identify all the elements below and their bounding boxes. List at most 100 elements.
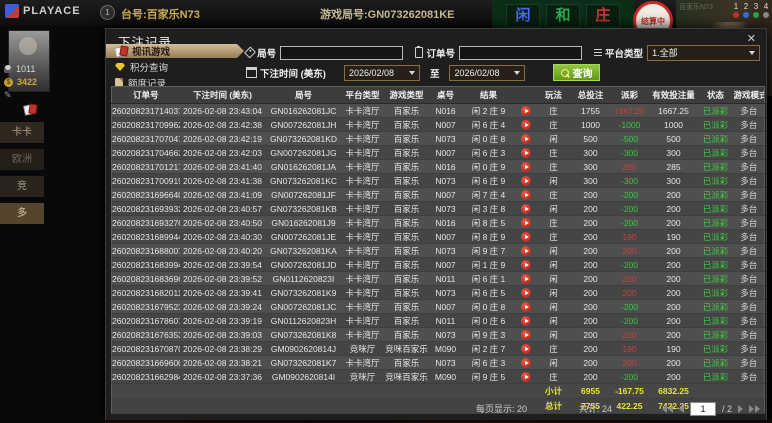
column-header	[515, 86, 536, 104]
cell-valid-bet: 285	[649, 159, 698, 174]
modal-sidebar-item[interactable]: 视讯游戏	[106, 44, 244, 58]
replay-icon[interactable]	[520, 105, 531, 116]
cell-bet-time: 2026-02-08 23:42:03	[179, 145, 266, 160]
replay-icon[interactable]	[520, 147, 531, 158]
cell-order-no: 260208231679523	[111, 299, 180, 314]
bet-spot[interactable]: 闲	[506, 4, 540, 28]
cell-play-type: 庄	[535, 229, 572, 244]
sidebar-item-欧洲[interactable]: 欧洲	[0, 149, 44, 170]
replay-icon[interactable]	[520, 343, 531, 354]
cell-play-type: 庄	[535, 117, 572, 132]
bet-records-modal: 下注记录 ✕ 视讯游戏 积分查询 额度记录 局号 订单号 平台类型 1.全部 下…	[105, 28, 767, 420]
cell-game-type: 百家乐	[383, 355, 430, 370]
cell-table-no: N073	[429, 173, 462, 188]
date-to-label: 至	[429, 68, 440, 80]
round-filter-label: 局号	[257, 48, 277, 60]
cell-valid-bet: 1000	[649, 117, 698, 132]
user-id-row: 1011	[4, 64, 35, 74]
cell-order-no: 260208231683994	[111, 257, 180, 272]
edit-icon[interactable]: ✎	[4, 90, 12, 101]
chevron-down-icon	[514, 70, 521, 75]
replay-icon[interactable]	[520, 161, 531, 172]
replay-icon[interactable]	[520, 175, 531, 186]
query-button[interactable]: 查询	[553, 64, 601, 81]
cell-bet-time: 2026-02-08 23:39:03	[179, 327, 266, 342]
cell-bet-time: 2026-02-08 23:39:54	[179, 257, 266, 272]
cell-payout: 200	[609, 327, 650, 342]
cell-play-type: 庄	[535, 145, 572, 160]
cell-round-no: GN073262081KC	[265, 173, 342, 188]
cell-payout: 200	[609, 355, 650, 370]
cell-platform: 卡卡湾厅	[341, 159, 384, 174]
cell-table-no: N016	[429, 103, 462, 118]
cell-status: 已派彩	[697, 131, 734, 146]
cell-result: 闲 3 庄 8	[461, 201, 516, 216]
cell-result: 闲 6 庄 4	[461, 117, 516, 132]
sidebar-item-卡卡[interactable]: 卡卡	[0, 122, 44, 143]
date-from-value: 2026/02/08	[348, 67, 395, 78]
table-row: 260208231669600 2026-02-08 23:38:21 GN0732…	[111, 355, 765, 370]
cell-total-bet: 300	[571, 173, 610, 188]
cell-round-no: GN073262081K9	[265, 285, 342, 300]
replay-icon[interactable]	[520, 133, 531, 144]
table-row: 260208231693932 2026-02-08 23:40:57 GN0732…	[111, 201, 765, 216]
sidebar-item-多[interactable]: 多	[0, 203, 44, 224]
cell-order-no: 260208231704663	[111, 145, 180, 160]
cell-game-type: 百家乐	[383, 117, 430, 132]
cell-game-mode: 多台	[733, 355, 765, 370]
replay-icon[interactable]	[520, 315, 531, 326]
last-page-button[interactable]	[749, 404, 760, 413]
next-page-button[interactable]	[738, 404, 743, 413]
cell-platform: 卡卡湾厅	[341, 355, 384, 370]
cell-game-mode: 多台	[733, 341, 765, 356]
cell-total-bet: 300	[571, 159, 610, 174]
replay-icon[interactable]	[520, 371, 531, 382]
replay-icon[interactable]	[520, 231, 531, 242]
cell-order-no: 260208231689944	[111, 229, 180, 244]
cell-valid-bet: 300	[649, 145, 698, 160]
round-tag-icon	[244, 46, 257, 59]
cell-payout: -200	[609, 313, 650, 328]
modal-sidebar-item[interactable]: 积分查询	[106, 60, 244, 74]
column-header: 游戏类型	[383, 86, 430, 104]
replay-icon[interactable]	[520, 119, 531, 130]
order-input[interactable]	[458, 45, 582, 60]
replay-icon[interactable]	[520, 259, 531, 270]
cell-total-bet: 200	[571, 257, 610, 272]
cell-replay	[515, 341, 536, 356]
prev-page-button[interactable]	[678, 404, 684, 413]
replay-icon[interactable]	[520, 301, 531, 312]
replay-icon[interactable]	[520, 203, 531, 214]
cell-round-no: GN0112620823I	[265, 271, 342, 286]
round-input[interactable]	[280, 45, 404, 60]
cell-round-no: GN007262081JF	[265, 187, 342, 202]
replay-icon[interactable]	[520, 189, 531, 200]
seat-number: 1	[733, 2, 739, 18]
sidebar-item-竞[interactable]: 竞	[0, 176, 44, 197]
seat-number: 4	[763, 2, 769, 18]
cell-total-bet: 300	[571, 145, 610, 160]
replay-icon[interactable]	[520, 357, 531, 368]
page-number-input[interactable]	[689, 401, 716, 416]
platform-select[interactable]: 1.全部	[647, 44, 761, 61]
cell-platform: 卡卡湾厅	[341, 117, 384, 132]
date-from-select[interactable]: 2026/02/08	[343, 64, 420, 81]
first-page-button[interactable]	[661, 404, 673, 413]
cell-status: 已派彩	[697, 355, 734, 370]
replay-icon[interactable]	[520, 273, 531, 284]
cell-order-no: 260208231696640	[111, 187, 180, 202]
date-to-select[interactable]: 2026/02/08	[449, 64, 526, 81]
cell-total-bet: 200	[571, 355, 610, 370]
cell-table-no: N007	[429, 229, 462, 244]
replay-icon[interactable]	[520, 329, 531, 340]
replay-icon[interactable]	[520, 287, 531, 298]
bet-spot[interactable]: 和	[546, 4, 580, 28]
replay-icon[interactable]	[520, 217, 531, 228]
bet-spot[interactable]: 庄	[586, 4, 620, 28]
cell-bet-time: 2026-02-08 23:40:30	[179, 229, 266, 244]
table-row: 260208231707047 2026-02-08 23:42:19 GN0732…	[111, 131, 765, 146]
cell-round-no: GN073262081KA	[265, 243, 342, 258]
cell-platform: 卡卡湾厅	[341, 299, 384, 314]
cell-table-no: N007	[429, 299, 462, 314]
replay-icon[interactable]	[520, 245, 531, 256]
